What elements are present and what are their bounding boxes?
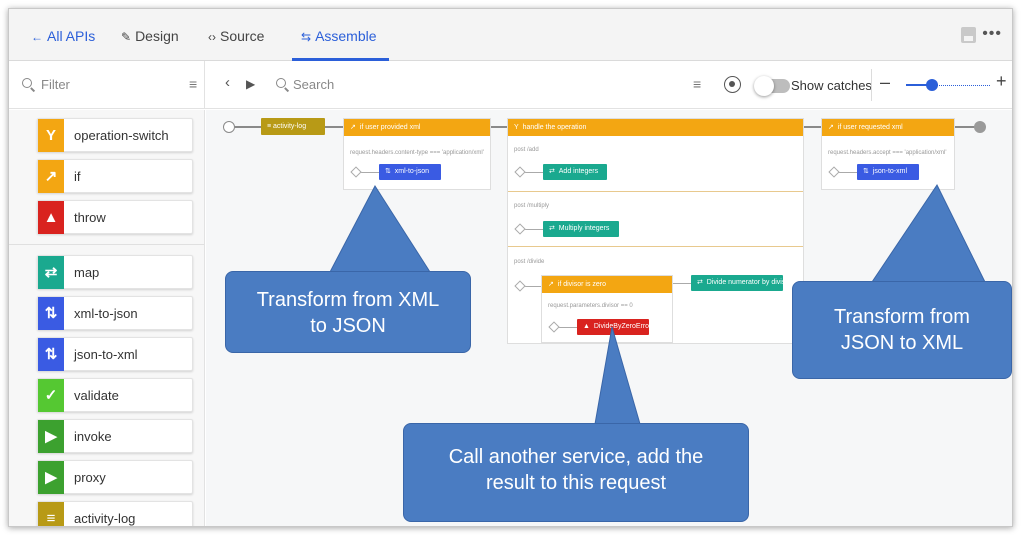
if-arrow-icon: ↗ xyxy=(828,124,838,131)
case-label-multiply: post /multiply xyxy=(514,203,550,209)
callout-xml-to-json: Transform from XML to JSON xyxy=(225,271,471,353)
palette-item-xml-to-json[interactable]: ⇅ xml-to-json xyxy=(37,296,193,330)
tab-assemble[interactable]: ⇆ Assemble xyxy=(301,28,377,44)
case-diamond-icon xyxy=(514,280,526,292)
warning-icon: ▲ xyxy=(583,323,594,330)
design-brush-icon: ✎ xyxy=(121,30,132,44)
case-label-add: post /add xyxy=(514,147,539,153)
policy-palette: Y operation-switch ↗ if ▲ throw ⇄ map ⇅ … xyxy=(9,110,205,526)
if-xml-container[interactable]: ↗ if user provided xml request.headers.c… xyxy=(343,118,491,190)
case-diamond-icon xyxy=(548,321,560,333)
warning-icon: ▲ xyxy=(38,201,64,234)
divide-by-zero-error-node[interactable]: ▲ DivideByZeroError xyxy=(577,319,651,335)
flow-start-node xyxy=(223,121,235,133)
zoom-out-button[interactable]: – xyxy=(880,72,890,93)
case-diamond-icon xyxy=(828,166,840,178)
zoom-in-button[interactable]: + xyxy=(996,71,1007,92)
if-json-header[interactable]: ↗ if user requested xml xyxy=(822,119,954,136)
filter-sort-icon[interactable]: ≡ xyxy=(189,76,197,92)
case-diamond-icon xyxy=(514,166,526,178)
if-zero-header[interactable]: ↗ if divisor is zero xyxy=(542,276,672,293)
palette-filter[interactable]: Filter ≡ xyxy=(9,61,205,109)
tab-design[interactable]: ✎ Design xyxy=(121,28,179,44)
toolbar-divider xyxy=(871,69,872,101)
transform-icon: ⇅ xyxy=(38,297,64,330)
if-arrow-icon: ↗ xyxy=(350,124,360,131)
operation-switch-header[interactable]: Y handle the operation xyxy=(508,119,803,136)
flow-connector xyxy=(673,283,691,284)
callout-invoke: Call another service, add the result to … xyxy=(403,423,749,522)
transform-icon: ⇅ xyxy=(863,168,873,175)
if-xml-header[interactable]: ↗ if user provided xml xyxy=(344,119,490,136)
map-arrows-icon: ⇄ xyxy=(549,168,559,175)
search-icon xyxy=(22,78,32,88)
map-arrows-icon: ⇄ xyxy=(549,225,559,232)
canvas-toolbar: Filter ≡ ‹ ▶ Search ≡ Show catches – + xyxy=(9,61,1012,109)
palette-item-activity-log[interactable]: ≡ activity-log xyxy=(37,501,193,526)
palette-item-proxy[interactable]: ▶ proxy xyxy=(37,460,193,494)
filter-input[interactable]: Filter xyxy=(41,77,70,92)
transform-icon: ⇅ xyxy=(38,338,64,371)
if-zero-container[interactable]: ↗ if divisor is zero request.parameters.… xyxy=(541,275,673,343)
if-json-condition: request.headers.accept === 'application/… xyxy=(828,150,947,156)
switch-icon: Y xyxy=(514,124,523,131)
expand-right-icon[interactable]: ▶ xyxy=(246,77,255,91)
map-arrows-icon: ⇄ xyxy=(697,279,707,286)
add-integers-node[interactable]: ⇄ Add integers xyxy=(543,164,607,180)
palette-item-json-to-xml[interactable]: ⇅ json-to-xml xyxy=(37,337,193,371)
json-to-xml-node[interactable]: ⇅ json-to-xml xyxy=(857,164,919,180)
palette-item-invoke[interactable]: ▶ invoke xyxy=(37,419,193,453)
save-icon[interactable] xyxy=(961,27,976,43)
callout-json-to-xml: Transform from JSON to XML xyxy=(792,281,1012,379)
show-catches-label: Show catches xyxy=(791,78,872,93)
if-zero-condition: request.parameters.divisor == 0 xyxy=(548,303,633,309)
play-icon: ▶ xyxy=(38,420,64,453)
transform-icon: ⇅ xyxy=(385,168,395,175)
zoom-slider-handle[interactable] xyxy=(926,79,938,91)
case-label-divide: post /divide xyxy=(514,259,545,265)
play-icon: ▶ xyxy=(38,461,64,494)
palette-item-map[interactable]: ⇄ map xyxy=(37,255,193,289)
if-json-container[interactable]: ↗ if user requested xml request.headers.… xyxy=(821,118,955,190)
if-xml-condition: request.headers.content-type === 'applic… xyxy=(350,150,484,156)
case-divider xyxy=(508,246,803,247)
flow-end-node xyxy=(974,121,986,133)
assemble-flow-icon: ⇆ xyxy=(301,30,312,44)
xml-to-json-node[interactable]: ⇅ xml-to-json xyxy=(379,164,441,180)
switch-icon: Y xyxy=(38,119,64,152)
locate-target-icon[interactable] xyxy=(724,76,741,93)
canvas-filter-icon[interactable]: ≡ xyxy=(693,76,701,92)
divide-numerator-node[interactable]: ⇄ Divide numerator by divisor xyxy=(691,275,792,291)
activity-log-node[interactable]: ≡ activity-log xyxy=(261,118,325,135)
if-arrow-icon: ↗ xyxy=(548,281,558,288)
show-catches-toggle[interactable] xyxy=(754,76,790,96)
palette-item-validate[interactable]: ✓ validate xyxy=(37,378,193,412)
checkmark-icon: ✓ xyxy=(38,379,64,412)
multiply-integers-node[interactable]: ⇄ Multiply integers xyxy=(543,221,619,237)
all-apis-link[interactable]: ← All APIs xyxy=(31,28,95,44)
palette-divider xyxy=(9,244,204,245)
top-tab-bar: ← All APIs ✎ Design ‹› Source ⇆ Assemble ••• xyxy=(9,9,1012,61)
palette-item-operation-switch[interactable]: Y operation-switch xyxy=(37,118,193,152)
collapse-left-icon[interactable]: ‹ xyxy=(225,74,230,91)
tab-source[interactable]: ‹› Source xyxy=(208,28,264,44)
case-diamond-icon xyxy=(514,223,526,235)
case-divider xyxy=(508,191,803,192)
map-arrows-icon: ⇄ xyxy=(38,256,64,289)
more-options-icon[interactable]: ••• xyxy=(982,25,1002,43)
case-diamond-icon xyxy=(350,166,362,178)
if-arrow-icon: ↗ xyxy=(38,160,64,193)
operation-switch-container[interactable]: Y handle the operation post /add ⇄ Add i… xyxy=(507,118,804,344)
canvas-search-input[interactable]: Search xyxy=(293,77,334,92)
search-icon xyxy=(276,78,286,88)
palette-item-throw[interactable]: ▲ throw xyxy=(37,200,193,234)
list-icon: ≡ xyxy=(38,502,64,526)
code-brackets-icon: ‹› xyxy=(208,30,216,44)
back-arrow-icon: ← xyxy=(31,30,43,44)
palette-item-if[interactable]: ↗ if xyxy=(37,159,193,193)
